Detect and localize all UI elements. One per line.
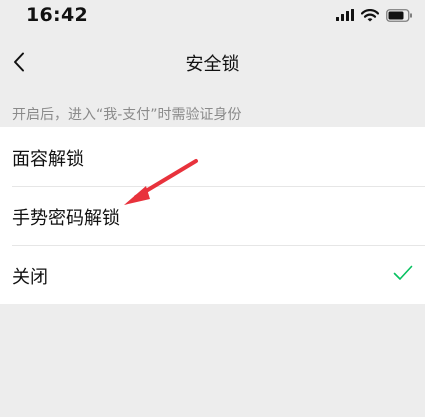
- battery-icon: [386, 8, 412, 22]
- option-gesture-unlock[interactable]: 手势密码解锁: [0, 186, 425, 245]
- page-title: 安全锁: [185, 54, 240, 75]
- option-label: 手势密码解锁: [12, 208, 120, 229]
- wifi-icon: [361, 8, 379, 21]
- option-face-unlock[interactable]: 面容解锁: [0, 127, 425, 186]
- option-off[interactable]: 关闭: [0, 245, 425, 304]
- nav-bar: 安全锁: [0, 32, 425, 92]
- check-icon: [393, 265, 413, 280]
- status-bar: 16:42: [0, 0, 425, 32]
- option-label: 面容解锁: [12, 149, 84, 170]
- status-time: 16:42: [26, 4, 88, 26]
- option-label: 关闭: [12, 267, 48, 288]
- status-icons: [336, 5, 413, 25]
- signal-icon: [336, 9, 354, 21]
- lock-options-list: 面容解锁 手势密码解锁 关闭: [0, 127, 425, 304]
- hint-text: 开启后，进入“我-支付”时需验证身份: [12, 107, 242, 123]
